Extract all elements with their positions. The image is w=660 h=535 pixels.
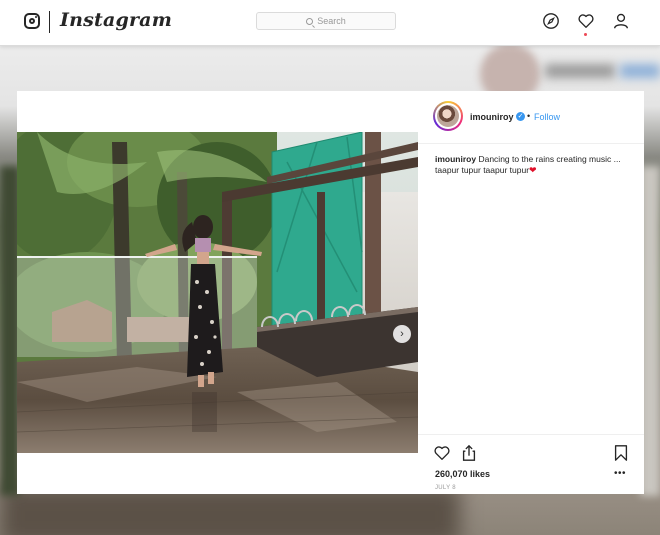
post-photo-image [17, 132, 418, 453]
blurred-follow [620, 64, 660, 78]
post-username[interactable]: imouniroy [470, 112, 514, 122]
post-modal: › imouniroy ✓ • Follow imouniroy Dancing… [17, 91, 644, 494]
caption-username[interactable]: imouniroy [435, 154, 476, 164]
post-sidebar: imouniroy ✓ • Follow imouniroy Dancing t… [418, 91, 644, 494]
post-date: JULY 8 [435, 485, 456, 491]
caption-text-line2: taapur tupur taapur tupur [435, 165, 530, 175]
search-icon [306, 17, 314, 25]
post-photo[interactable]: › [17, 132, 418, 453]
likes-count[interactable]: 260,070 likes [435, 469, 490, 479]
bookmark-icon[interactable] [612, 444, 630, 462]
compass-icon[interactable] [542, 12, 560, 30]
like-heart-icon[interactable] [433, 444, 451, 462]
profile-icon[interactable] [612, 12, 630, 30]
more-options-button[interactable]: ••• [614, 468, 626, 479]
avatar[interactable] [433, 101, 463, 131]
follow-button[interactable]: Follow [534, 112, 560, 122]
caption-text: Dancing to the rains creating music ... [478, 154, 621, 164]
carousel-next-button[interactable]: › [393, 325, 411, 343]
instagram-wordmark[interactable]: Instagram [60, 9, 172, 31]
search-input[interactable]: Search [256, 12, 396, 30]
separator-dot: • [527, 111, 531, 121]
top-nav: Instagram Search [0, 0, 660, 46]
red-heart-emoji-icon: ❤ [529, 165, 537, 175]
post-caption: imouniroy Dancing to the rains creating … [435, 154, 635, 176]
blurred-username [545, 64, 615, 78]
search-placeholder: Search [317, 16, 346, 26]
share-icon[interactable] [460, 444, 478, 462]
post-actions: 260,070 likes ••• JULY 8 [418, 434, 644, 495]
heart-icon[interactable] [577, 12, 595, 30]
notification-dot [584, 33, 587, 36]
instagram-logo-icon[interactable] [24, 13, 40, 29]
avatar-image [437, 105, 459, 127]
logo-divider [49, 11, 50, 33]
verified-badge-icon: ✓ [516, 112, 525, 121]
post-header: imouniroy ✓ • Follow [418, 91, 644, 144]
